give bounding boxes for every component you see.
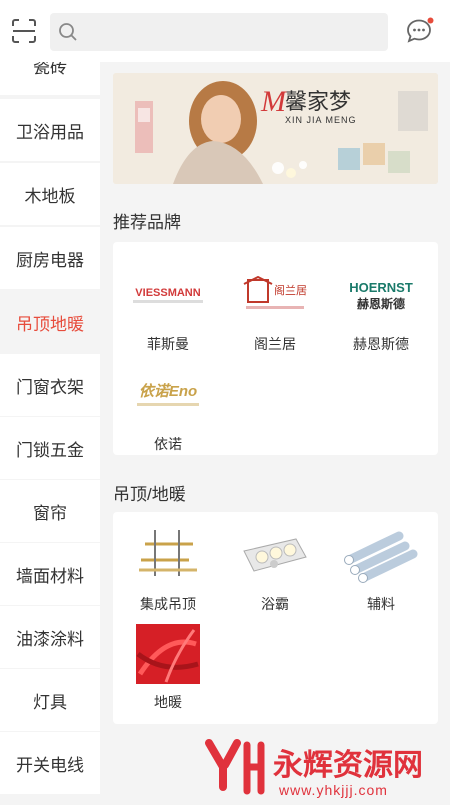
scan-icon[interactable]	[11, 18, 37, 44]
sidebar-item-label: 灯具	[33, 692, 67, 712]
watermark-url: www.yhkjjj.com	[278, 782, 388, 798]
brand-item-viessmann[interactable]: VIESSMANN 菲斯曼	[118, 266, 218, 354]
sidebar-item-locks-hardware[interactable]: 门锁五金	[0, 417, 100, 479]
search-input[interactable]	[50, 13, 388, 51]
brand-item-gelanju[interactable]: 阁兰居 阁兰居	[225, 266, 325, 354]
product-name: 浴霸	[261, 596, 289, 612]
product-item-floor-heating[interactable]: 地暖	[118, 624, 218, 712]
sidebar-item-label: 厨房电器	[16, 250, 84, 270]
svg-text:VIESSMANN: VIESSMANN	[135, 287, 200, 299]
site-watermark: 永辉资源网 www.yhkjjj.com	[195, 735, 450, 800]
product-image	[118, 526, 218, 586]
main-content: M 馨家梦 XIN JIA MENG 推荐品牌 VIESSMANN 菲斯曼 阁兰…	[100, 62, 450, 800]
brands-section-title: 推荐品牌	[113, 213, 181, 232]
sidebar-item-tiles[interactable]: 瓷砖	[0, 62, 100, 95]
product-item-accessories[interactable]: 辅料	[331, 526, 431, 614]
notification-badge	[427, 17, 434, 24]
banner-brand-cn: 馨家梦	[285, 90, 351, 115]
sidebar-item-kitchen-appliances[interactable]: 厨房电器	[0, 227, 100, 289]
watermark-logo-icon	[205, 739, 265, 795]
product-name: 地暖	[154, 694, 182, 710]
category-sidebar: 瓷砖 卫浴用品 木地板 厨房电器 吊顶地暖 门窗衣架 门锁五金 窗帘 墙面材料 …	[0, 62, 100, 800]
brand-name: 赫恩斯德	[353, 336, 409, 352]
sidebar-item-label: 油漆涂料	[16, 629, 84, 649]
sidebar-item-label: 开关电线	[16, 755, 84, 775]
banner-image: M 馨家梦 XIN JIA MENG	[113, 73, 438, 184]
top-bar	[0, 0, 450, 62]
brand-logo: 依诺Eno	[118, 366, 218, 426]
brand-name: 阁兰居	[254, 336, 296, 352]
search-icon	[59, 23, 77, 41]
sidebar-item-bathroom[interactable]: 卫浴用品	[0, 99, 100, 161]
sidebar-item-paint[interactable]: 油漆涂料	[0, 606, 100, 668]
brand-logo: HOERNST 赫恩斯德	[331, 266, 431, 326]
product-image	[118, 624, 218, 684]
sidebar-item-label: 墙面材料	[16, 566, 84, 586]
svg-text:依诺Eno: 依诺Eno	[139, 383, 197, 400]
product-name: 集成吊顶	[140, 596, 196, 612]
sidebar-item-label: 吊顶地暖	[16, 314, 84, 334]
promo-banner[interactable]: M 馨家梦 XIN JIA MENG	[113, 73, 438, 184]
chat-bubble-icon[interactable]	[404, 17, 434, 45]
brand-item-eno[interactable]: 依诺Eno 依诺	[118, 366, 218, 454]
brand-logo: 阁兰居	[225, 266, 325, 326]
sidebar-item-label: 卫浴用品	[16, 122, 84, 142]
brand-name: 菲斯曼	[147, 336, 189, 352]
brand-item-hoernst[interactable]: HOERNST 赫恩斯德 赫恩斯德	[331, 266, 431, 354]
sidebar-item-label: 瓷砖	[33, 62, 67, 77]
brand-name: 依诺	[154, 436, 182, 452]
sidebar-item-label: 木地板	[24, 186, 76, 206]
sidebar-item-label: 门锁五金	[16, 440, 84, 460]
banner-brand-letter: M	[260, 85, 288, 118]
sidebar-item-switches-wires[interactable]: 开关电线	[0, 732, 100, 794]
sidebar-item-lighting[interactable]: 灯具	[0, 669, 100, 731]
svg-text:赫恩斯德: 赫恩斯德	[357, 296, 405, 311]
sidebar-item-ceiling-heating[interactable]: 吊顶地暖	[0, 291, 100, 353]
svg-text:HOERNST: HOERNST	[349, 280, 413, 295]
sidebar-item-wood-floor[interactable]: 木地板	[0, 163, 100, 225]
product-item-bath-heater[interactable]: 浴霸	[225, 526, 325, 614]
banner-brand-en: XIN JIA MENG	[285, 115, 357, 125]
sidebar-item-label: 窗帘	[33, 503, 67, 523]
sidebar-item-wall-materials[interactable]: 墙面材料	[0, 543, 100, 605]
products-card: 集成吊顶 浴霸 辅料 地暖	[113, 512, 438, 724]
brands-card: VIESSMANN 菲斯曼 阁兰居 阁兰居 HOERNST 赫恩斯德 赫恩斯德 …	[113, 242, 438, 455]
product-image	[225, 526, 325, 586]
products-section-title: 吊顶/地暖	[113, 485, 186, 504]
brand-logo: VIESSMANN	[118, 266, 218, 326]
sidebar-item-doors-windows[interactable]: 门窗衣架	[0, 354, 100, 416]
watermark-text: 永辉资源网	[273, 748, 423, 783]
product-image	[331, 526, 431, 586]
product-item-integrated-ceiling[interactable]: 集成吊顶	[118, 526, 218, 614]
sidebar-item-curtains[interactable]: 窗帘	[0, 480, 100, 542]
svg-text:阁兰居: 阁兰居	[274, 283, 307, 297]
sidebar-item-label: 门窗衣架	[16, 377, 84, 397]
product-name: 辅料	[367, 596, 395, 612]
